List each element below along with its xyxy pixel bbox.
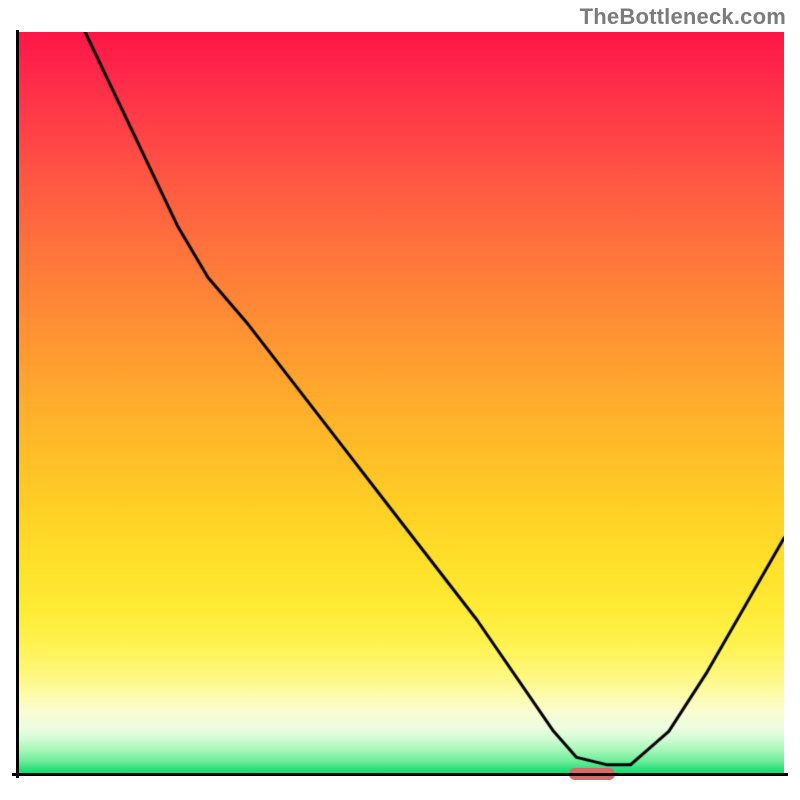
bottleneck-curve [16,32,784,776]
plot-area [16,32,784,776]
x-axis-line [12,773,788,776]
chart-stage: TheBottleneck.com [0,0,800,800]
watermark-text: TheBottleneck.com [580,4,786,30]
y-axis-line [16,30,19,778]
